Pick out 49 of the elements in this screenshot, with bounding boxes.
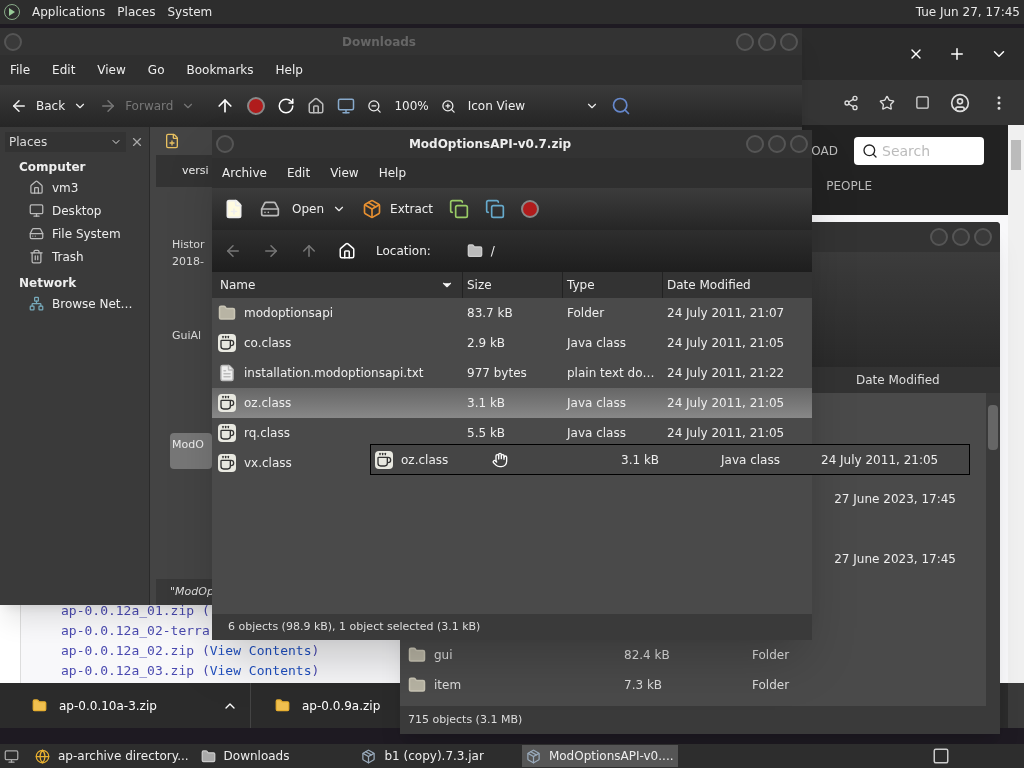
file-label: Histor [172,237,205,253]
table-cell: Java class [567,336,626,350]
table-cell-text: Java class [721,451,781,469]
table-cell-text: 27 June 2023, 17:45 [834,491,956,508]
table-cell-text: modoptionsapi [244,305,334,322]
table-cell-text: oz.class [244,395,292,412]
table-cell: 83.7 kB [467,306,513,320]
table-cell: plain text do… [567,366,655,380]
status-text: 6 objects (98.9 kB), 1 object selected (3.1 kB) [228,618,481,635]
table-cell-text: 27 June 2023, 17:45 [834,551,956,568]
clock: Tue Jun 27, 17:45 [915,4,1020,21]
table-cell-text: rq.class [244,425,290,442]
table-cell: 24 July 2011, 21:05 [667,426,785,440]
table-cell-text: gui [434,647,454,664]
table-cell-text: item [434,677,463,694]
table-cell-text: oz.class [401,451,449,469]
zoom-level: 100% [394,98,429,115]
table-cell: 24 July 2011, 21:05 [667,396,785,410]
location-label: Location: [376,243,431,260]
table-cell: 24 July 2011, 21:05 [667,336,785,350]
table-cell: Java class [567,396,626,410]
table-cell-text: 24 July 2011, 21:05 [821,451,939,469]
table-cell: Java class [567,426,626,440]
status-text: "ModOp [170,583,214,600]
table-cell-text: co.class [244,335,292,352]
table-cell: 2.9 kB [467,336,506,350]
window-title: ModOptionsAPI-v0.7.zip [408,136,572,153]
table-cell: Folder [567,306,605,320]
table-cell: 5.5 kB [467,426,506,440]
table-cell-text: Folder [752,647,790,664]
listing-line: ap-0.0.12a_03.zip (View Contents) [61,662,320,680]
status-text: 715 objects (3.1 MB) [408,711,523,728]
table-cell: 24 July 2011, 21:07 [667,306,785,320]
sidebar-heading: Network [19,275,78,292]
table-cell-text: 7.3 kB [624,677,664,694]
table-cell: 24 July 2011, 21:22 [667,366,785,380]
file-label: 2018- [172,253,204,270]
table-cell-text: vx.class [244,455,292,472]
listing-line: ap-0.0.12a_01.zip ( [61,602,210,620]
sidebar-heading: Computer [19,159,87,176]
table-cell: 977 bytes [467,366,527,380]
table-cell-text: 82.4 kB [624,647,671,664]
table-cell: 3.1 kB [467,396,506,410]
table-cell-text: installation.modoptionsapi.txt [244,365,424,382]
listing-line: ap-0.0.12a_02.zip (View Contents) [61,642,320,660]
listing-line: ap-0.0.12a_02-terra [61,622,210,640]
table-cell-text: 3.1 kB [621,451,661,469]
file-label: GuiAl [172,328,202,344]
table-cell-text: Folder [752,677,790,694]
